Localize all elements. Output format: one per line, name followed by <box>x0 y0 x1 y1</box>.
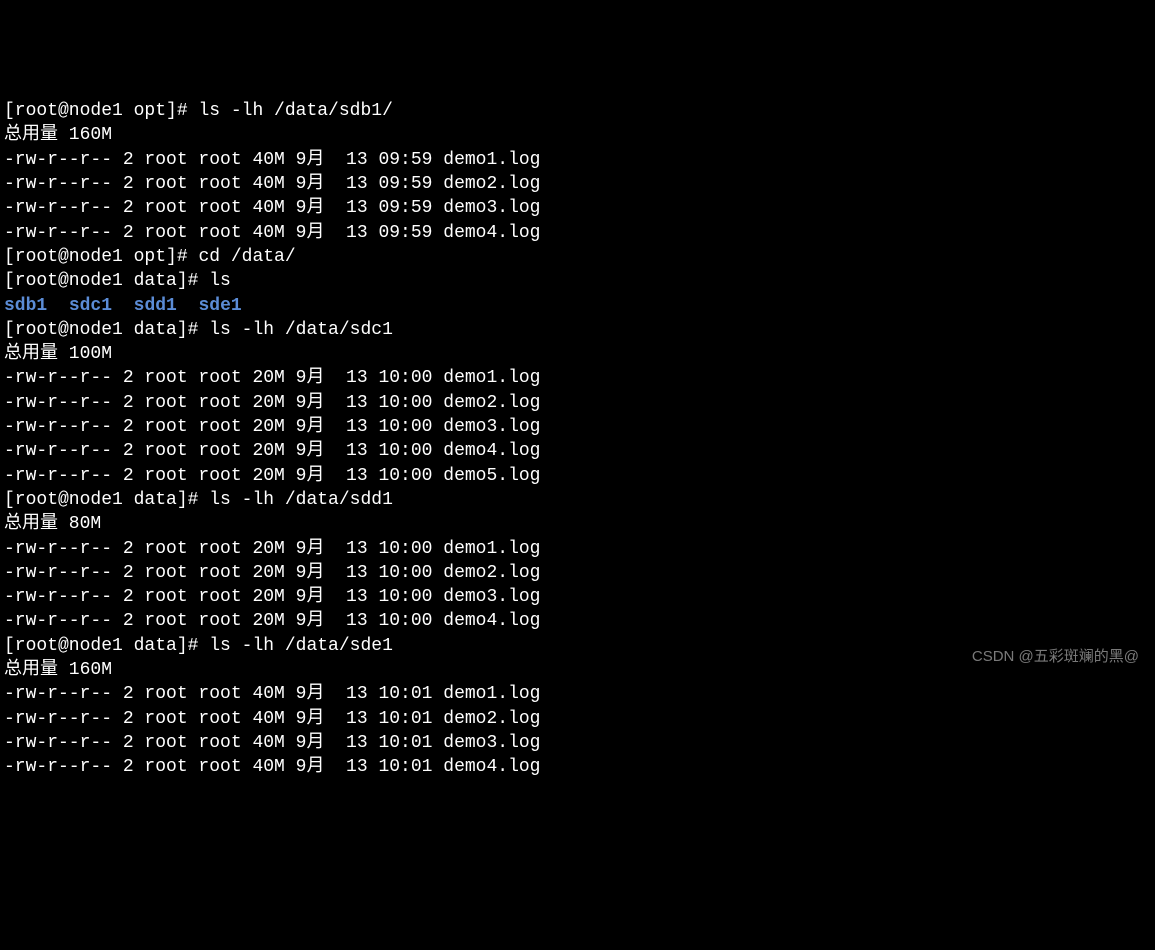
total-line: 总用量 100M <box>4 342 1151 366</box>
shell-prompt: [root@node1 data]# <box>4 271 209 291</box>
directory-entry: sdd1 <box>134 296 177 316</box>
file-entry: -rw-r--r-- 2 root root 40M 9月 13 10:01 d… <box>4 707 1151 731</box>
shell-prompt: [root@node1 data]# <box>4 636 209 656</box>
terminal-output[interactable]: [root@node1 opt]# ls -lh /data/sdb1/总用量 … <box>4 99 1151 779</box>
shell-command: ls -lh /data/sdb1/ <box>198 101 392 121</box>
shell-prompt: [root@node1 opt]# <box>4 247 198 267</box>
file-entry: -rw-r--r-- 2 root root 20M 9月 13 10:00 d… <box>4 609 1151 633</box>
shell-prompt: [root@node1 data]# <box>4 320 209 340</box>
file-entry: -rw-r--r-- 2 root root 40M 9月 13 09:59 d… <box>4 221 1151 245</box>
command-line: [root@node1 opt]# ls -lh /data/sdb1/ <box>4 99 1151 123</box>
command-line: [root@node1 data]# ls -lh /data/sdd1 <box>4 488 1151 512</box>
file-entry: -rw-r--r-- 2 root root 40M 9月 13 10:01 d… <box>4 682 1151 706</box>
shell-command: ls <box>209 271 231 291</box>
directory-list: sdb1 sdc1 sdd1 sde1 <box>4 294 1151 318</box>
command-line: [root@node1 data]# ls -lh /data/sdc1 <box>4 318 1151 342</box>
file-entry: -rw-r--r-- 2 root root 20M 9月 13 10:00 d… <box>4 464 1151 488</box>
directory-entry: sdb1 <box>4 296 47 316</box>
file-entry: -rw-r--r-- 2 root root 20M 9月 13 10:00 d… <box>4 439 1151 463</box>
total-line: 总用量 80M <box>4 512 1151 536</box>
shell-command: ls -lh /data/sde1 <box>209 636 393 656</box>
file-entry: -rw-r--r-- 2 root root 20M 9月 13 10:00 d… <box>4 415 1151 439</box>
file-entry: -rw-r--r-- 2 root root 20M 9月 13 10:00 d… <box>4 585 1151 609</box>
directory-entry: sdc1 <box>69 296 112 316</box>
file-entry: -rw-r--r-- 2 root root 40M 9月 13 09:59 d… <box>4 172 1151 196</box>
file-entry: -rw-r--r-- 2 root root 40M 9月 13 10:01 d… <box>4 755 1151 779</box>
file-entry: -rw-r--r-- 2 root root 20M 9月 13 10:00 d… <box>4 537 1151 561</box>
command-line: [root@node1 data]# ls <box>4 269 1151 293</box>
directory-entry: sde1 <box>198 296 241 316</box>
total-line: 总用量 160M <box>4 123 1151 147</box>
shell-prompt: [root@node1 data]# <box>4 490 209 510</box>
command-line: [root@node1 opt]# cd /data/ <box>4 245 1151 269</box>
shell-command: ls -lh /data/sdd1 <box>209 490 393 510</box>
shell-command: ls -lh /data/sdc1 <box>209 320 393 340</box>
file-entry: -rw-r--r-- 2 root root 20M 9月 13 10:00 d… <box>4 366 1151 390</box>
file-entry: -rw-r--r-- 2 root root 40M 9月 13 10:01 d… <box>4 731 1151 755</box>
file-entry: -rw-r--r-- 2 root root 20M 9月 13 10:00 d… <box>4 391 1151 415</box>
shell-prompt: [root@node1 opt]# <box>4 101 198 121</box>
watermark-text: CSDN @五彩斑斓的黑@ <box>972 647 1139 667</box>
file-entry: -rw-r--r-- 2 root root 20M 9月 13 10:00 d… <box>4 561 1151 585</box>
file-entry: -rw-r--r-- 2 root root 40M 9月 13 09:59 d… <box>4 196 1151 220</box>
file-entry: -rw-r--r-- 2 root root 40M 9月 13 09:59 d… <box>4 148 1151 172</box>
shell-command: cd /data/ <box>198 247 295 267</box>
